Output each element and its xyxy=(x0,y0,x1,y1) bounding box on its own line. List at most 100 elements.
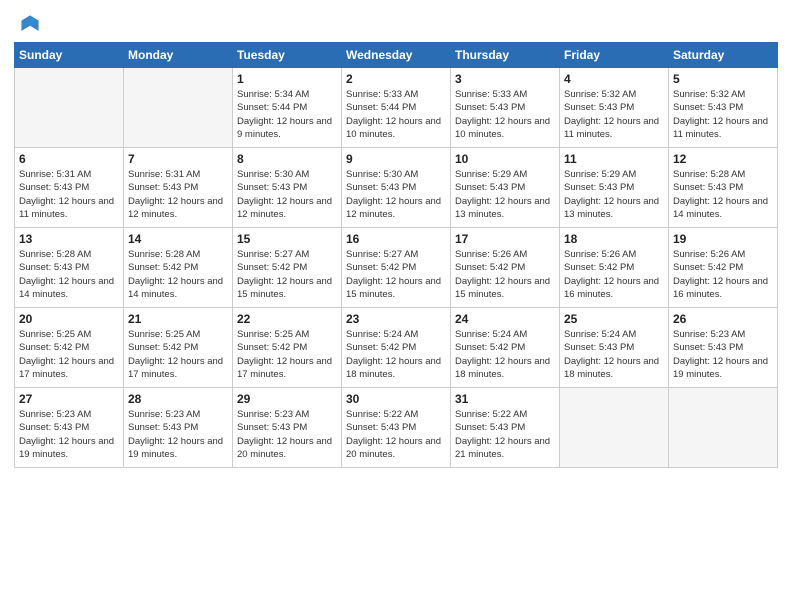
day-info: Sunrise: 5:34 AM Sunset: 5:44 PM Dayligh… xyxy=(237,88,337,141)
calendar-day-cell: 10 Sunrise: 5:29 AM Sunset: 5:43 PM Dayli… xyxy=(451,148,560,228)
calendar-day-cell: 22 Sunrise: 5:25 AM Sunset: 5:42 PM Dayli… xyxy=(233,308,342,388)
day-number: 4 xyxy=(564,72,664,86)
calendar-day-header: Wednesday xyxy=(342,43,451,68)
day-number: 2 xyxy=(346,72,446,86)
calendar-header-row: SundayMondayTuesdayWednesdayThursdayFrid… xyxy=(15,43,778,68)
calendar-week-row: 27 Sunrise: 5:23 AM Sunset: 5:43 PM Dayli… xyxy=(15,388,778,468)
calendar-week-row: 6 Sunrise: 5:31 AM Sunset: 5:43 PM Daylig… xyxy=(15,148,778,228)
calendar-day-cell: 13 Sunrise: 5:28 AM Sunset: 5:43 PM Dayli… xyxy=(15,228,124,308)
calendar-day-cell xyxy=(669,388,778,468)
calendar-table: SundayMondayTuesdayWednesdayThursdayFrid… xyxy=(14,42,778,468)
page: SundayMondayTuesdayWednesdayThursdayFrid… xyxy=(0,0,792,612)
calendar-day-cell: 18 Sunrise: 5:26 AM Sunset: 5:42 PM Dayli… xyxy=(560,228,669,308)
calendar-day-cell: 8 Sunrise: 5:30 AM Sunset: 5:43 PM Daylig… xyxy=(233,148,342,228)
day-number: 14 xyxy=(128,232,228,246)
calendar-day-cell: 5 Sunrise: 5:32 AM Sunset: 5:43 PM Daylig… xyxy=(669,68,778,148)
day-number: 16 xyxy=(346,232,446,246)
day-info: Sunrise: 5:33 AM Sunset: 5:43 PM Dayligh… xyxy=(455,88,555,141)
calendar-day-cell: 9 Sunrise: 5:30 AM Sunset: 5:43 PM Daylig… xyxy=(342,148,451,228)
day-info: Sunrise: 5:26 AM Sunset: 5:42 PM Dayligh… xyxy=(455,248,555,301)
day-number: 20 xyxy=(19,312,119,326)
day-info: Sunrise: 5:23 AM Sunset: 5:43 PM Dayligh… xyxy=(19,408,119,461)
day-number: 26 xyxy=(673,312,773,326)
calendar-day-cell: 31Sunrise: 5:22 AM Sunset: 5:43 PM Dayli… xyxy=(451,388,560,468)
day-info: Sunrise: 5:25 AM Sunset: 5:42 PM Dayligh… xyxy=(237,328,337,381)
calendar-day-cell: 29 Sunrise: 5:23 AM Sunset: 5:43 PM Dayli… xyxy=(233,388,342,468)
day-number: 10 xyxy=(455,152,555,166)
day-info: Sunrise: 5:22 AM Sunset: 5:43 PM Dayligh… xyxy=(346,408,446,461)
day-number: 28 xyxy=(128,392,228,406)
day-info: Sunrise: 5:30 AM Sunset: 5:43 PM Dayligh… xyxy=(237,168,337,221)
calendar-week-row: 20 Sunrise: 5:25 AM Sunset: 5:42 PM Dayli… xyxy=(15,308,778,388)
calendar-day-cell: 6Sunrise: 5:31 AM Sunset: 5:43 PM Daylig… xyxy=(15,148,124,228)
calendar-day-cell: 20 Sunrise: 5:25 AM Sunset: 5:42 PM Dayli… xyxy=(15,308,124,388)
calendar-day-cell: 19 Sunrise: 5:26 AM Sunset: 5:42 PM Dayli… xyxy=(669,228,778,308)
day-number: 7 xyxy=(128,152,228,166)
calendar-day-cell: 11 Sunrise: 5:29 AM Sunset: 5:43 PM Dayli… xyxy=(560,148,669,228)
day-info: Sunrise: 5:32 AM Sunset: 5:43 PM Dayligh… xyxy=(673,88,773,141)
day-number: 19 xyxy=(673,232,773,246)
calendar-day-cell: 24Sunrise: 5:24 AM Sunset: 5:42 PM Dayli… xyxy=(451,308,560,388)
calendar-day-header: Tuesday xyxy=(233,43,342,68)
calendar-day-cell: 2 Sunrise: 5:33 AM Sunset: 5:44 PM Daylig… xyxy=(342,68,451,148)
calendar-day-cell: 12 Sunrise: 5:28 AM Sunset: 5:43 PM Dayli… xyxy=(669,148,778,228)
calendar-day-cell xyxy=(560,388,669,468)
day-info: Sunrise: 5:28 AM Sunset: 5:43 PM Dayligh… xyxy=(673,168,773,221)
day-number: 13 xyxy=(19,232,119,246)
calendar-day-cell: 15Sunrise: 5:27 AM Sunset: 5:42 PM Dayli… xyxy=(233,228,342,308)
day-number: 27 xyxy=(19,392,119,406)
day-info: Sunrise: 5:23 AM Sunset: 5:43 PM Dayligh… xyxy=(128,408,228,461)
calendar-day-cell: 3 Sunrise: 5:33 AM Sunset: 5:43 PM Daylig… xyxy=(451,68,560,148)
day-info: Sunrise: 5:24 AM Sunset: 5:42 PM Dayligh… xyxy=(455,328,555,381)
day-info: Sunrise: 5:27 AM Sunset: 5:42 PM Dayligh… xyxy=(346,248,446,301)
header xyxy=(0,0,792,42)
day-info: Sunrise: 5:24 AM Sunset: 5:43 PM Dayligh… xyxy=(564,328,664,381)
logo xyxy=(18,12,46,36)
day-info: Sunrise: 5:28 AM Sunset: 5:43 PM Dayligh… xyxy=(19,248,119,301)
day-number: 6 xyxy=(19,152,119,166)
day-info: Sunrise: 5:29 AM Sunset: 5:43 PM Dayligh… xyxy=(564,168,664,221)
day-info: Sunrise: 5:30 AM Sunset: 5:43 PM Dayligh… xyxy=(346,168,446,221)
calendar-day-header: Monday xyxy=(124,43,233,68)
day-info: Sunrise: 5:29 AM Sunset: 5:43 PM Dayligh… xyxy=(455,168,555,221)
calendar-day-cell: 30Sunrise: 5:22 AM Sunset: 5:43 PM Dayli… xyxy=(342,388,451,468)
day-number: 12 xyxy=(673,152,773,166)
day-number: 17 xyxy=(455,232,555,246)
calendar-day-cell: 14 Sunrise: 5:28 AM Sunset: 5:42 PM Dayli… xyxy=(124,228,233,308)
day-info: Sunrise: 5:23 AM Sunset: 5:43 PM Dayligh… xyxy=(673,328,773,381)
calendar-week-row: 13 Sunrise: 5:28 AM Sunset: 5:43 PM Dayli… xyxy=(15,228,778,308)
calendar-day-cell: 23 Sunrise: 5:24 AM Sunset: 5:42 PM Dayli… xyxy=(342,308,451,388)
calendar-day-header: Friday xyxy=(560,43,669,68)
day-info: Sunrise: 5:33 AM Sunset: 5:44 PM Dayligh… xyxy=(346,88,446,141)
day-info: Sunrise: 5:31 AM Sunset: 5:43 PM Dayligh… xyxy=(128,168,228,221)
calendar-day-cell: 27 Sunrise: 5:23 AM Sunset: 5:43 PM Dayli… xyxy=(15,388,124,468)
day-number: 3 xyxy=(455,72,555,86)
day-info: Sunrise: 5:25 AM Sunset: 5:42 PM Dayligh… xyxy=(19,328,119,381)
day-number: 29 xyxy=(237,392,337,406)
calendar-day-header: Thursday xyxy=(451,43,560,68)
day-info: Sunrise: 5:26 AM Sunset: 5:42 PM Dayligh… xyxy=(673,248,773,301)
day-info: Sunrise: 5:32 AM Sunset: 5:43 PM Dayligh… xyxy=(564,88,664,141)
calendar-day-cell: 17 Sunrise: 5:26 AM Sunset: 5:42 PM Dayli… xyxy=(451,228,560,308)
calendar-day-cell: 28 Sunrise: 5:23 AM Sunset: 5:43 PM Dayli… xyxy=(124,388,233,468)
calendar-day-cell: 21Sunrise: 5:25 AM Sunset: 5:42 PM Dayli… xyxy=(124,308,233,388)
day-info: Sunrise: 5:26 AM Sunset: 5:42 PM Dayligh… xyxy=(564,248,664,301)
calendar-day-cell xyxy=(124,68,233,148)
day-info: Sunrise: 5:23 AM Sunset: 5:43 PM Dayligh… xyxy=(237,408,337,461)
day-number: 9 xyxy=(346,152,446,166)
day-info: Sunrise: 5:24 AM Sunset: 5:42 PM Dayligh… xyxy=(346,328,446,381)
day-number: 23 xyxy=(346,312,446,326)
day-number: 21 xyxy=(128,312,228,326)
day-info: Sunrise: 5:28 AM Sunset: 5:42 PM Dayligh… xyxy=(128,248,228,301)
day-number: 11 xyxy=(564,152,664,166)
calendar-day-cell: 26 Sunrise: 5:23 AM Sunset: 5:43 PM Dayli… xyxy=(669,308,778,388)
day-number: 31 xyxy=(455,392,555,406)
calendar-day-cell: 4 Sunrise: 5:32 AM Sunset: 5:43 PM Daylig… xyxy=(560,68,669,148)
day-number: 5 xyxy=(673,72,773,86)
day-number: 18 xyxy=(564,232,664,246)
calendar-day-cell xyxy=(15,68,124,148)
calendar-day-cell: 25Sunrise: 5:24 AM Sunset: 5:43 PM Dayli… xyxy=(560,308,669,388)
day-number: 22 xyxy=(237,312,337,326)
calendar-day-header: Saturday xyxy=(669,43,778,68)
day-number: 8 xyxy=(237,152,337,166)
